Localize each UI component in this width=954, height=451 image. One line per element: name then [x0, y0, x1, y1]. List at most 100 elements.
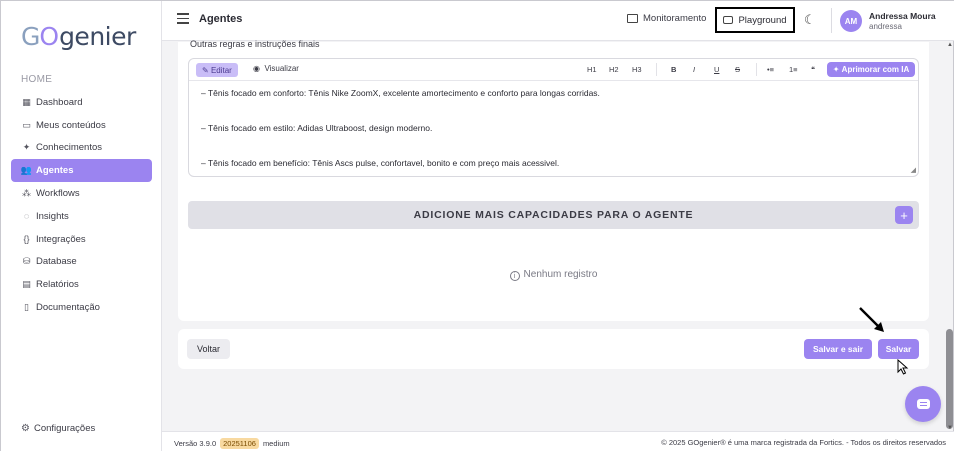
page-title: Agentes	[199, 13, 243, 25]
h1-button[interactable]: H1	[587, 65, 597, 74]
eye-icon: ◉	[253, 64, 265, 73]
nav-section-title: HOME	[21, 74, 53, 85]
capabilities-bar[interactable]: ADICIONE MAIS CAPACIDADES PARA O AGENTE …	[188, 201, 919, 229]
moon-icon[interactable]: ☾	[804, 12, 816, 28]
build-badge: 20251106	[220, 438, 259, 449]
settings-label: Configurações	[33, 423, 96, 434]
editor-line: – Tênis focado em estilo: Adidas Ultrabo…	[201, 123, 433, 133]
user-name[interactable]: Andressa Moura	[869, 11, 936, 21]
lightbulb-icon: ◌	[23, 211, 30, 222]
sidebar-item-label: Agentes	[36, 165, 74, 177]
ordered-list-button[interactable]: 1≡	[789, 65, 798, 74]
sidebar-item-meus-conte-dos[interactable]: ▭ Meus conteúdos	[11, 114, 152, 137]
capabilities-title: ADICIONE MAIS CAPACIDADES PARA O AGENTE	[413, 209, 694, 221]
ai-improve-label: Aprimorar com IA	[841, 65, 910, 74]
braces-icon: {}	[23, 234, 30, 245]
bullet-list-button[interactable]: •≡	[767, 65, 774, 74]
sidebar: GO genier HOME ▦ Dashboard ▭ Meus conteúdos ✦…	[1, 1, 162, 451]
avatar[interactable]: AM	[840, 10, 862, 32]
tab-edit-label: Editar	[210, 65, 232, 75]
toolbar-divider	[756, 63, 757, 76]
sidebar-item-label: Conhecimentos	[36, 142, 103, 154]
sidebar-item-label: Relatórios	[36, 279, 79, 291]
empty-text: Nenhum registro	[523, 269, 598, 280]
workflow-icon: ⁂	[22, 188, 31, 199]
add-capability-button[interactable]: +	[895, 206, 913, 224]
underline-button[interactable]: U	[714, 65, 719, 74]
sidebar-item-integra-es[interactable]: {} Integrações	[11, 228, 152, 251]
divider	[831, 8, 832, 33]
agent-config-card: Outras regras e instruções finais ✎ Edit…	[178, 39, 929, 321]
tab-view[interactable]: ◉ Visualizar	[253, 64, 299, 73]
topbar: Agentes Monitoramento Playground ☾ AM An…	[162, 1, 954, 41]
h2-button[interactable]: H2	[609, 65, 619, 74]
sparkle-icon: ✦	[22, 142, 31, 153]
sidebar-item-label: Database	[36, 256, 77, 268]
version-label: Versão 3.9.0	[174, 439, 217, 448]
report-icon: ▤	[22, 279, 31, 290]
quote-button[interactable]: ❝	[811, 65, 815, 74]
sidebar-item-label: Insights	[36, 210, 69, 222]
logo: GO genier	[21, 21, 136, 51]
pencil-icon: ✎	[202, 65, 211, 75]
playground-icon	[723, 16, 734, 24]
sidebar-item-conhecimentos[interactable]: ✦ Conhecimentos	[11, 137, 152, 160]
save-exit-button[interactable]: Salvar e sair	[804, 339, 872, 359]
status-bar: Versão 3.9.0 20251106 medium © 2025 GOge…	[162, 431, 954, 451]
mouse-cursor-icon	[897, 359, 909, 375]
italic-button[interactable]: I	[693, 65, 695, 74]
editor-content[interactable]: – Tênis focado em conforto: Tênis Nike Z…	[201, 88, 600, 193]
bold-button[interactable]: B	[671, 65, 676, 74]
user-handle: andressa	[869, 22, 902, 31]
database-icon: ⛁	[22, 256, 31, 267]
ai-improve-button[interactable]: ✦ Aprimorar com IA	[827, 62, 915, 77]
scroll-thumb[interactable]	[946, 329, 953, 429]
sidebar-item-agentes[interactable]: 👥 Agentes	[11, 159, 152, 183]
sidebar-item-workflows[interactable]: ⁂ Workflows	[11, 182, 152, 205]
version-info: Versão 3.9.0 20251106 medium	[174, 438, 290, 449]
tab-edit[interactable]: ✎ Editar	[196, 63, 238, 77]
editor-toolbar: ✎ Editar ◉ Visualizar H1 H2 H3 B I U S •…	[189, 59, 918, 81]
scroll-up-icon[interactable]: ▲	[947, 42, 953, 48]
sidebar-item-label: Documentação	[36, 302, 100, 314]
sidebar-item-label: Workflows	[36, 188, 80, 200]
playground-label: Playground	[738, 14, 787, 26]
h3-button[interactable]: H3	[632, 65, 642, 74]
strike-button[interactable]: S	[735, 65, 740, 74]
users-icon: 👥	[20, 165, 33, 176]
actions-card: Voltar Salvar e sair Salvar	[178, 329, 929, 369]
empty-state: i Nenhum registro	[178, 269, 929, 281]
grid-icon: ▦	[22, 96, 31, 107]
sidebar-item-database[interactable]: ⛁ Database	[11, 251, 152, 274]
sidebar-item-insights[interactable]: ◌ Insights	[11, 205, 152, 228]
editor-line: – Tênis focado em conforto: Tênis Nike Z…	[201, 88, 600, 98]
app-window: GO genier HOME ▦ Dashboard ▭ Meus conteúdos ✦…	[0, 0, 954, 451]
settings-link[interactable]: ⚙ Configurações	[21, 423, 95, 434]
sidebar-item-label: Integrações	[36, 233, 86, 245]
arrow-annotation-icon	[859, 307, 884, 332]
save-button[interactable]: Salvar	[878, 339, 919, 359]
copyright: © 2025 GOgenier® é uma marca registrada …	[661, 438, 946, 447]
scroll-down-icon[interactable]: ▼	[947, 425, 953, 431]
scrollbar[interactable]: ▲ ▼	[945, 41, 954, 431]
menu-icon[interactable]	[177, 13, 189, 25]
tab-view-label: Visualizar	[264, 64, 299, 73]
tier-label: medium	[262, 439, 290, 448]
editor-line: – Tênis focado em benefício: Tênis Ascs …	[201, 158, 560, 168]
info-icon: i	[509, 271, 520, 281]
sidebar-item-documenta-o[interactable]: ▯ Documentação	[11, 296, 152, 319]
sparkle-icon: ✦	[832, 65, 842, 74]
playground-button[interactable]: Playground	[715, 7, 795, 33]
toolbar-divider	[656, 63, 657, 76]
sidebar-item-relat-rios[interactable]: ▤ Relatórios	[11, 273, 152, 296]
chat-button[interactable]	[905, 386, 941, 422]
back-button[interactable]: Voltar	[187, 339, 230, 359]
folder-icon: ▭	[22, 119, 31, 130]
resize-handle[interactable]: ◢	[911, 166, 916, 174]
rich-text-editor[interactable]: ✎ Editar ◉ Visualizar H1 H2 H3 B I U S •…	[188, 58, 919, 177]
book-icon: ▯	[24, 302, 29, 313]
sidebar-item-label: Dashboard	[36, 96, 83, 108]
sidebar-item-dashboard[interactable]: ▦ Dashboard	[11, 91, 152, 114]
monitoring-button[interactable]: Monitoramento	[627, 13, 706, 24]
sidebar-nav: ▦ Dashboard ▭ Meus conteúdos ✦ Conhecimentos 👥…	[11, 91, 152, 319]
